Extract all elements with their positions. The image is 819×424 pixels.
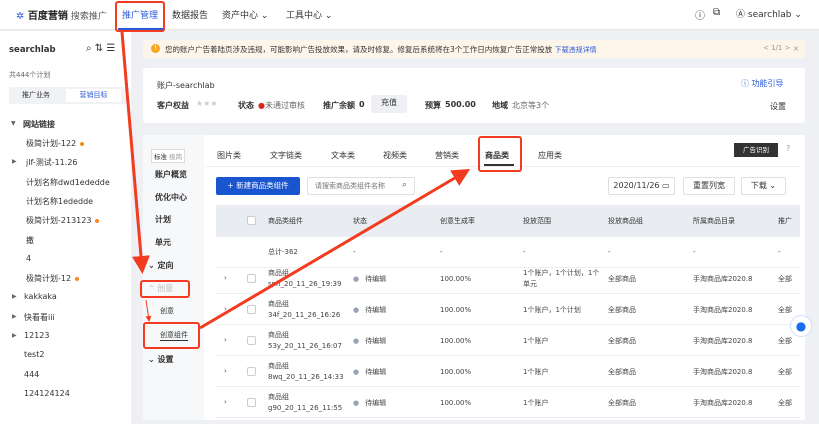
- highlight-box: [140, 280, 190, 298]
- annotation-arrow: [145, 299, 152, 322]
- highlight-box: [143, 322, 200, 349]
- annotation-arrow: [199, 168, 471, 330]
- highlight-box: [115, 1, 165, 32]
- annotation-overlay: [120, 31, 471, 330]
- annotation-arrow: [120, 31, 150, 274]
- highlight-box: [478, 136, 522, 172]
